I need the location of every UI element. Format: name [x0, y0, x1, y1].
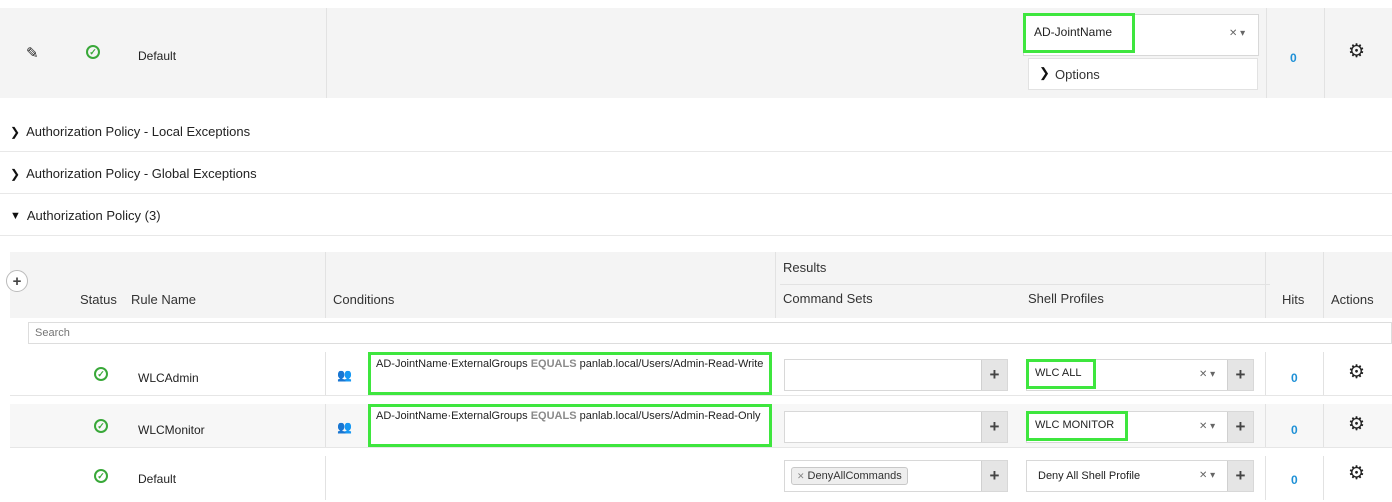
chevron-right-icon: ❯	[1039, 65, 1050, 80]
shell-profile-value: WLC MONITOR	[1035, 419, 1115, 431]
shell-profile-value: Deny All Shell Profile	[1038, 470, 1141, 482]
user-group-icon: 👥	[337, 368, 352, 382]
add-shell-profile-button[interactable]: +	[1227, 412, 1253, 442]
header-conditions[interactable]: Conditions	[333, 292, 394, 307]
clear-and-dropdown-icon[interactable]: ✕ ▾	[1199, 369, 1215, 380]
rule-name[interactable]: WLCMonitor	[138, 423, 205, 437]
command-set-tag[interactable]: ✕ DenyAllCommands	[791, 467, 908, 485]
command-set-value	[785, 360, 981, 390]
search-input[interactable]	[31, 324, 1389, 342]
user-group-icon: 👥	[337, 420, 352, 434]
section-local-exceptions[interactable]: ❯ Authorization Policy - Local Exception…	[0, 112, 1392, 152]
condition-operator: EQUALS	[530, 410, 577, 422]
header-rule-name[interactable]: Rule Name	[131, 292, 196, 307]
shell-profile-value: WLC ALL	[1035, 367, 1082, 379]
shell-profile-select[interactable]: Deny All Shell Profile ✕ ▾ +	[1026, 460, 1254, 492]
hits-count[interactable]: 0	[1291, 423, 1298, 437]
chevron-down-icon: ▼	[10, 209, 21, 222]
status-enabled-icon[interactable]: ✓	[94, 367, 108, 381]
rule-name: Default	[138, 49, 177, 63]
chevron-right-icon: ❯	[10, 166, 21, 181]
remove-tag-icon[interactable]: ✕	[797, 471, 805, 481]
chevron-right-icon: ❯	[10, 124, 21, 139]
condition-operator: EQUALS	[530, 358, 577, 370]
hits-count[interactable]: 0	[1291, 473, 1298, 487]
rule-name[interactable]: Default	[138, 472, 176, 486]
add-shell-profile-button[interactable]: +	[1227, 461, 1253, 491]
header-hits[interactable]: Hits	[1282, 292, 1304, 307]
rule-name[interactable]: WLCAdmin	[138, 371, 199, 385]
header-command-sets[interactable]: Command Sets	[783, 291, 873, 306]
add-command-set-button[interactable]: +	[981, 461, 1007, 491]
command-set-value: DenyAllCommands	[807, 470, 902, 482]
add-rule-button[interactable]: +	[6, 270, 28, 292]
authentication-default-row: ✎ ✓ Default AD-JointName ✕ ▾ ❯ Options 0…	[0, 8, 1392, 98]
shell-profile-select[interactable]: WLC MONITOR ✕ ▾ +	[1026, 411, 1254, 443]
identity-source-value-highlight: AD-JointName	[1023, 13, 1135, 53]
status-enabled-icon[interactable]: ✓	[94, 469, 108, 483]
add-command-set-button[interactable]: +	[981, 360, 1007, 390]
add-shell-profile-button[interactable]: +	[1227, 360, 1253, 390]
hits-count[interactable]: 0	[1290, 51, 1297, 65]
condition-expression[interactable]: AD-JointName·ExternalGroups EQUALS panla…	[368, 352, 772, 395]
clear-and-dropdown-icon[interactable]: ✕ ▾	[1199, 470, 1215, 481]
identity-source-value: AD-JointName	[1034, 25, 1113, 39]
shell-profile-highlight: WLC MONITOR	[1026, 411, 1128, 441]
shell-profile-select[interactable]: WLC ALL ✕ ▾ +	[1026, 359, 1254, 391]
command-set-value	[785, 412, 981, 442]
table-row[interactable]: ✓ Default ✕ DenyAllCommands + Deny All Sh…	[10, 456, 1392, 500]
status-enabled-icon[interactable]: ✓	[86, 45, 100, 59]
command-set-select[interactable]: +	[784, 411, 1008, 443]
condition-attribute: AD-JointName·ExternalGroups	[376, 358, 528, 370]
gear-icon[interactable]: ⚙	[1348, 363, 1365, 382]
command-set-select[interactable]: ✕ DenyAllCommands +	[784, 460, 1008, 492]
header-shell-profiles[interactable]: Shell Profiles	[1028, 291, 1104, 306]
header-status[interactable]: Status	[80, 292, 117, 307]
table-row[interactable]: ✓ WLCMonitor 👥 AD-JointName·ExternalGrou…	[10, 404, 1392, 448]
hits-count[interactable]: 0	[1291, 371, 1298, 385]
condition-attribute: AD-JointName·ExternalGroups	[376, 410, 528, 422]
search-bar	[28, 322, 1392, 344]
gear-icon[interactable]: ⚙	[1348, 415, 1365, 434]
header-actions: Actions	[1331, 292, 1374, 307]
clear-and-dropdown-icon[interactable]: ✕ ▾	[1229, 28, 1245, 39]
section-label: Authorization Policy - Local Exceptions	[26, 124, 251, 139]
status-enabled-icon[interactable]: ✓	[94, 419, 108, 433]
gear-icon[interactable]: ⚙	[1348, 464, 1365, 483]
add-command-set-button[interactable]: +	[981, 412, 1007, 442]
gear-icon[interactable]: ⚙	[1348, 42, 1365, 61]
edit-pencil-icon[interactable]: ✎	[26, 44, 39, 62]
header-results: Results	[783, 260, 827, 275]
condition-value: panlab.local/Users/Admin-Read-Only	[579, 410, 761, 422]
section-global-exceptions[interactable]: ❯ Authorization Policy - Global Exceptio…	[0, 154, 1392, 194]
table-header	[10, 252, 1392, 318]
identity-source-select[interactable]: AD-JointName ✕ ▾	[1023, 13, 1259, 56]
options-toggle[interactable]: ❯ Options	[1028, 58, 1258, 90]
section-label: Authorization Policy - Global Exceptions	[26, 166, 257, 181]
section-authorization-policy[interactable]: ▼ Authorization Policy (3)	[0, 196, 1392, 236]
section-label: Authorization Policy (3)	[26, 208, 161, 223]
shell-profile-highlight: WLC ALL	[1026, 359, 1096, 389]
command-set-select[interactable]: +	[784, 359, 1008, 391]
condition-value: panlab.local/Users/Admin-Read-Write	[579, 358, 764, 370]
condition-expression[interactable]: AD-JointName·ExternalGroups EQUALS panla…	[368, 404, 772, 447]
table-row[interactable]: ✓ WLCAdmin 👥 AD-JointName·ExternalGroups…	[10, 352, 1392, 396]
options-label: Options	[1055, 67, 1100, 82]
clear-and-dropdown-icon[interactable]: ✕ ▾	[1199, 421, 1215, 432]
